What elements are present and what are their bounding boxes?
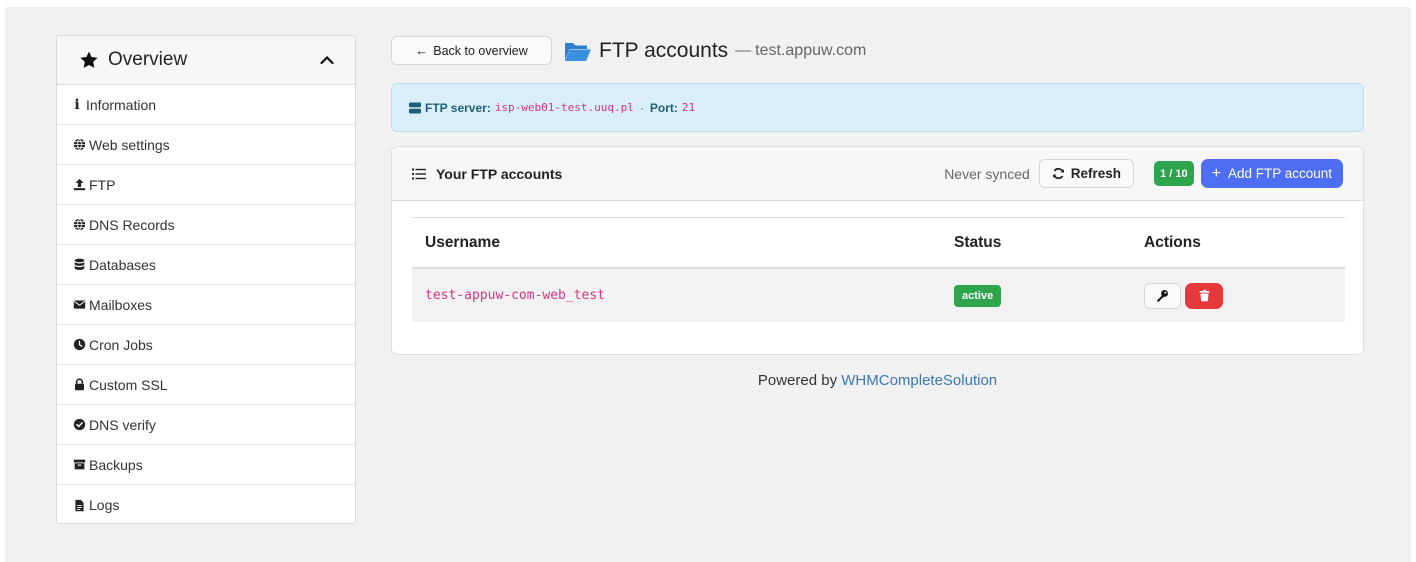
sidebar-item-label: Backups bbox=[89, 456, 143, 473]
star-icon bbox=[80, 51, 98, 68]
sidebar-item-backups[interactable]: Backups bbox=[57, 445, 355, 485]
sidebar: Overview i Information Web settings FTP … bbox=[56, 35, 356, 524]
ftp-server-host: isp-web01-test.uuq.pl bbox=[494, 101, 634, 114]
change-password-button[interactable] bbox=[1144, 282, 1181, 309]
sidebar-item-dns-verify[interactable]: DNS verify bbox=[57, 405, 355, 445]
sidebar-item-information[interactable]: i Information bbox=[57, 85, 355, 125]
sidebar-item-label: Information bbox=[86, 96, 157, 113]
page-title-text: FTP accounts bbox=[599, 39, 729, 62]
globe-icon bbox=[73, 218, 86, 231]
row-actions bbox=[1144, 282, 1223, 309]
clock-icon bbox=[73, 338, 86, 351]
sync-status: Never synced bbox=[944, 165, 1030, 182]
footer-link[interactable]: WHMCompleteSolution bbox=[841, 372, 997, 389]
sidebar-item-mailboxes[interactable]: Mailboxes bbox=[57, 285, 355, 325]
back-to-overview-button[interactable]: ← Back to overview bbox=[391, 36, 552, 65]
sidebar-item-ftp[interactable]: FTP bbox=[57, 165, 355, 205]
database-icon bbox=[73, 258, 86, 271]
sidebar-item-custom-ssl[interactable]: Custom SSL bbox=[57, 365, 355, 405]
chevron-up-icon[interactable] bbox=[319, 52, 335, 68]
page-title: FTP accounts — test.appuw.com bbox=[564, 36, 866, 66]
envelope-icon bbox=[73, 298, 86, 311]
sidebar-item-cron-jobs[interactable]: Cron Jobs bbox=[57, 325, 355, 365]
check-circle-icon bbox=[73, 418, 86, 431]
sidebar-item-label: Custom SSL bbox=[89, 376, 168, 393]
table-row: test-appuw-com-web_test active bbox=[412, 269, 1345, 322]
plus-icon: + bbox=[1211, 164, 1221, 182]
alert-separator: · bbox=[639, 100, 644, 115]
card-header: Your FTP accounts Never synced Refresh 1… bbox=[392, 147, 1363, 201]
add-button-label: Add FTP account bbox=[1227, 166, 1332, 181]
upload-icon bbox=[73, 178, 86, 191]
row-username: test-appuw-com-web_test bbox=[425, 288, 606, 303]
key-icon bbox=[1157, 290, 1168, 302]
ftp-server-label: FTP server: bbox=[425, 100, 491, 115]
sidebar-item-label: FTP bbox=[89, 176, 116, 193]
add-ftp-account-button[interactable]: + Add FTP account bbox=[1200, 159, 1343, 188]
header-username: Username bbox=[425, 233, 500, 251]
port-value: 21 bbox=[681, 101, 696, 114]
sidebar-item-label: DNS Records bbox=[89, 216, 175, 233]
refresh-label: Refresh bbox=[1070, 166, 1122, 181]
header-actions: Actions bbox=[1144, 233, 1201, 251]
list-icon bbox=[412, 168, 426, 179]
sidebar-item-web-settings[interactable]: Web settings bbox=[57, 125, 355, 165]
sidebar-item-dns-records[interactable]: DNS Records bbox=[57, 205, 355, 245]
refresh-button[interactable]: Refresh bbox=[1038, 159, 1135, 188]
card-title: Your FTP accounts bbox=[436, 165, 563, 182]
sidebar-item-label: Mailboxes bbox=[89, 296, 153, 313]
header-status: Status bbox=[954, 233, 1002, 251]
domain-name: test.appuw.com bbox=[755, 42, 867, 59]
archive-icon bbox=[73, 458, 86, 471]
server-icon bbox=[409, 102, 421, 113]
sidebar-item-label: Web settings bbox=[89, 136, 170, 153]
sidebar-item-logs[interactable]: Logs bbox=[57, 485, 355, 525]
ftp-accounts-card: Your FTP accounts Never synced Refresh 1… bbox=[391, 146, 1364, 355]
account-count-badge: 1 / 10 bbox=[1154, 161, 1194, 186]
ftp-server-info-alert: FTP server: isp-web01-test.uuq.pl · Port… bbox=[391, 83, 1364, 132]
folder-open-icon bbox=[565, 43, 591, 61]
title-separator: — bbox=[735, 42, 752, 59]
sidebar-item-label: Logs bbox=[89, 497, 120, 513]
ftp-accounts-table: Username Status Actions test-appuw-com-w… bbox=[412, 217, 1345, 322]
sidebar-item-databases[interactable]: Databases bbox=[57, 245, 355, 285]
sidebar-item-label: DNS verify bbox=[89, 416, 156, 433]
port-label: Port: bbox=[649, 100, 678, 115]
trash-icon bbox=[1199, 289, 1209, 302]
delete-account-button[interactable] bbox=[1185, 282, 1223, 309]
arrow-left-icon: ← bbox=[415, 43, 429, 58]
footer-prefix: Powered by bbox=[757, 372, 838, 389]
sidebar-title: Overview bbox=[108, 49, 188, 70]
file-icon bbox=[73, 499, 86, 512]
sidebar-header[interactable]: Overview bbox=[57, 36, 355, 85]
globe-icon bbox=[73, 138, 86, 151]
footer: Powered by WHMCompleteSolution bbox=[391, 372, 1364, 389]
lock-icon bbox=[73, 378, 86, 391]
sidebar-item-label: Cron Jobs bbox=[89, 336, 153, 353]
back-button-label: Back to overview bbox=[433, 43, 528, 58]
status-badge: active bbox=[954, 284, 1002, 307]
sidebar-item-label: Databases bbox=[89, 256, 156, 273]
info-icon: i bbox=[74, 96, 80, 113]
refresh-icon bbox=[1052, 167, 1064, 180]
table-header: Username Status Actions bbox=[412, 217, 1345, 269]
